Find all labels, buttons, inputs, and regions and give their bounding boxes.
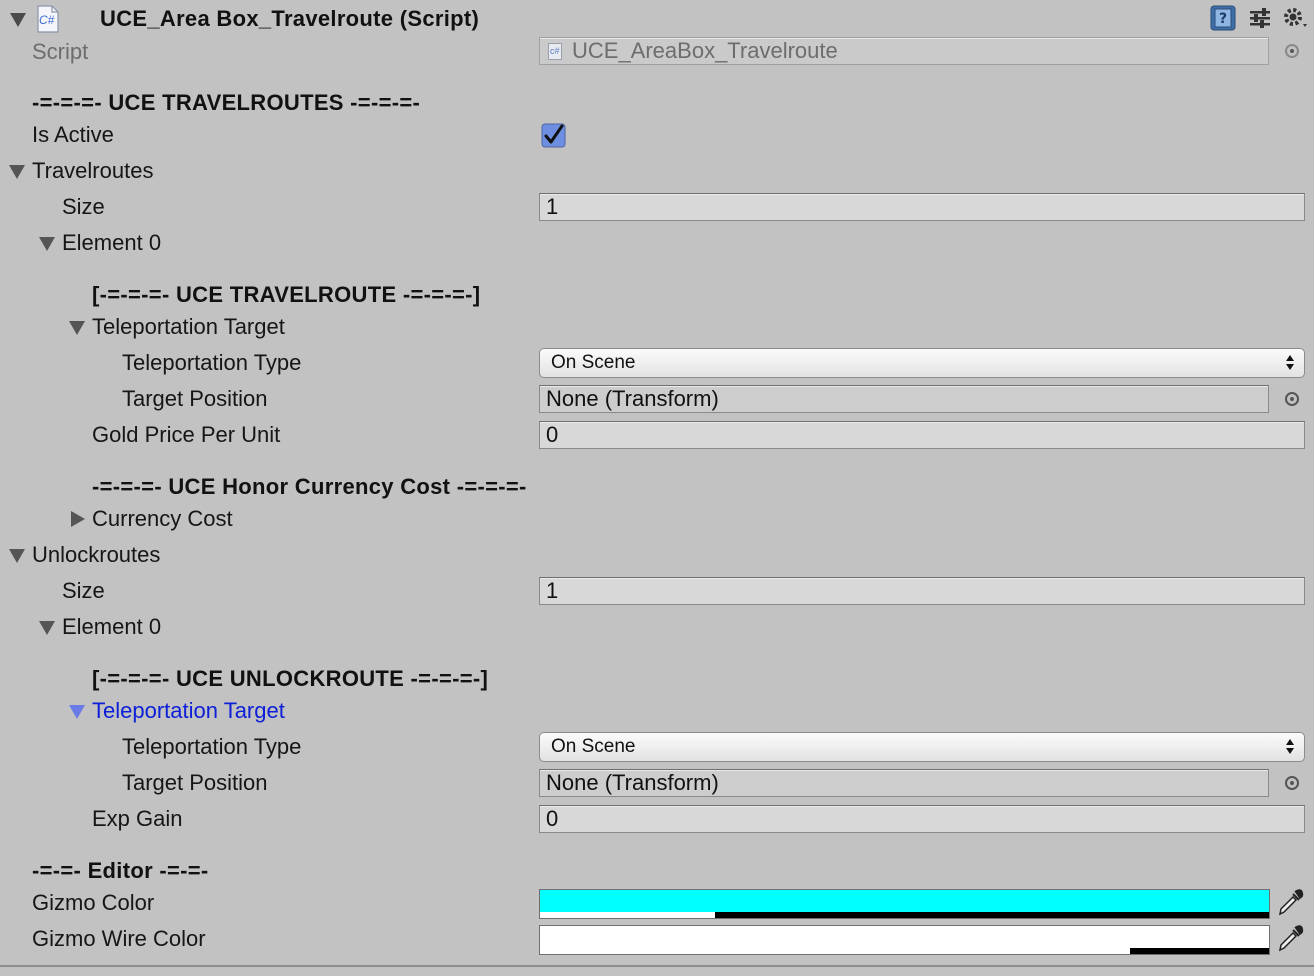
travelroute-teleport-type-value: On Scene xyxy=(551,352,636,373)
travelroute-teleport-type-dropdown[interactable]: On Scene xyxy=(539,348,1305,378)
script-file-icon-text: c# xyxy=(550,46,560,56)
gizmo-color-swatch xyxy=(540,890,1269,912)
gizmo-color-eyedropper-icon[interactable] xyxy=(1276,889,1304,917)
unlockroute-teleport-type-value: On Scene xyxy=(551,736,636,757)
unlockroute-teleport-type-label: Teleportation Type xyxy=(122,734,302,759)
unlockroutes-element0-label[interactable]: Element 0 xyxy=(62,614,161,640)
inspector-bottom-divider xyxy=(0,965,1314,967)
gizmo-wire-color-swatch xyxy=(540,926,1269,948)
unlockroute-teleport-type-dropdown[interactable]: On Scene xyxy=(539,732,1305,762)
svg-text:?: ? xyxy=(1219,11,1227,27)
gizmo-color-alpha-bar xyxy=(540,912,715,918)
gizmo-wire-color-alpha-bar xyxy=(540,948,1131,954)
travelroutes-size-label: Size xyxy=(62,194,105,219)
travelroutes-element0-label[interactable]: Element 0 xyxy=(62,230,161,256)
dropdown-arrows-icon xyxy=(1286,739,1294,755)
unlockroute-header: [-=-=-=- UCE UNLOCKROUTE -=-=-=-] xyxy=(92,666,489,691)
script-object-picker-icon[interactable] xyxy=(1285,44,1299,58)
unlockroutes-size-field[interactable]: 1 xyxy=(539,577,1305,605)
editor-section-header: -=-=- Editor -=-=- xyxy=(32,858,209,883)
travelroute-target-position-field[interactable]: None (Transform) xyxy=(539,385,1269,413)
gizmo-wire-color-eyedropper-icon[interactable] xyxy=(1276,925,1304,953)
exp-gain-field[interactable]: 0 xyxy=(539,805,1305,833)
exp-gain-label: Exp Gain xyxy=(92,806,183,831)
currency-cost-label[interactable]: Currency Cost xyxy=(92,506,233,532)
script-field-value: UCE_AreaBox_Travelroute xyxy=(572,38,838,63)
travelroute-target-position-label: Target Position xyxy=(122,386,268,411)
is-active-label: Is Active xyxy=(32,122,114,147)
gizmo-wire-color-field[interactable] xyxy=(539,925,1270,955)
currency-cost-foldout-arrow[interactable] xyxy=(71,511,85,527)
gizmo-color-label: Gizmo Color xyxy=(32,890,155,915)
csharp-script-icon-text: C# xyxy=(39,13,55,27)
dropdown-arrows-icon xyxy=(1286,355,1294,371)
unlockroutes-element0-foldout-arrow[interactable] xyxy=(39,621,55,635)
unlockroutes-size-label: Size xyxy=(62,578,105,603)
unlockroute-target-position-label: Target Position xyxy=(122,770,268,795)
preset-sliders-icon[interactable] xyxy=(1248,6,1272,30)
unlockroute-target-position-picker-icon[interactable] xyxy=(1285,776,1299,790)
travelroute-teleport-target-foldout-arrow[interactable] xyxy=(69,321,85,335)
gizmo-wire-color-label: Gizmo Wire Color xyxy=(32,926,206,951)
travelroutes-label[interactable]: Travelroutes xyxy=(32,158,153,184)
travelroute-target-position-picker-icon[interactable] xyxy=(1285,392,1299,406)
component-title: UCE_Area Box_Travelroute (Script) xyxy=(100,6,480,31)
travelroutes-section-header: -=-=-=- UCE TRAVELROUTES -=-=-=- xyxy=(32,90,421,115)
component-foldout-arrow[interactable] xyxy=(10,13,26,27)
gold-price-label: Gold Price Per Unit xyxy=(92,422,281,447)
csharp-script-icon: C# xyxy=(37,5,59,33)
help-book-icon[interactable]: ? xyxy=(1210,5,1236,31)
travelroute-teleport-target-label[interactable]: Teleportation Target xyxy=(92,314,285,340)
unlockroutes-foldout-arrow[interactable] xyxy=(9,549,25,563)
settings-gear-icon[interactable] xyxy=(1282,5,1312,31)
travelroutes-foldout-arrow[interactable] xyxy=(9,165,25,179)
gold-price-field[interactable]: 0 xyxy=(539,421,1305,449)
unlockroutes-label[interactable]: Unlockroutes xyxy=(32,542,160,568)
travelroute-teleport-type-label: Teleportation Type xyxy=(122,350,302,375)
script-field[interactable]: c# UCE_AreaBox_Travelroute xyxy=(539,37,1269,65)
travelroute-header: [-=-=-=- UCE TRAVELROUTE -=-=-=-] xyxy=(92,282,481,307)
script-file-icon: c# xyxy=(548,43,562,60)
travelroutes-size-field[interactable]: 1 xyxy=(539,193,1305,221)
honor-currency-header: -=-=-=- UCE Honor Currency Cost -=-=-=- xyxy=(92,474,527,499)
script-label: Script xyxy=(32,39,89,64)
travelroutes-element0-foldout-arrow[interactable] xyxy=(39,237,55,251)
unlockroute-teleport-target-foldout-arrow[interactable] xyxy=(69,705,85,719)
is-active-checkbox[interactable] xyxy=(541,123,566,148)
unlockroute-teleport-target-label[interactable]: Teleportation Target xyxy=(92,698,285,724)
gizmo-color-field[interactable] xyxy=(539,889,1270,919)
unlockroute-target-position-field[interactable]: None (Transform) xyxy=(539,769,1269,797)
